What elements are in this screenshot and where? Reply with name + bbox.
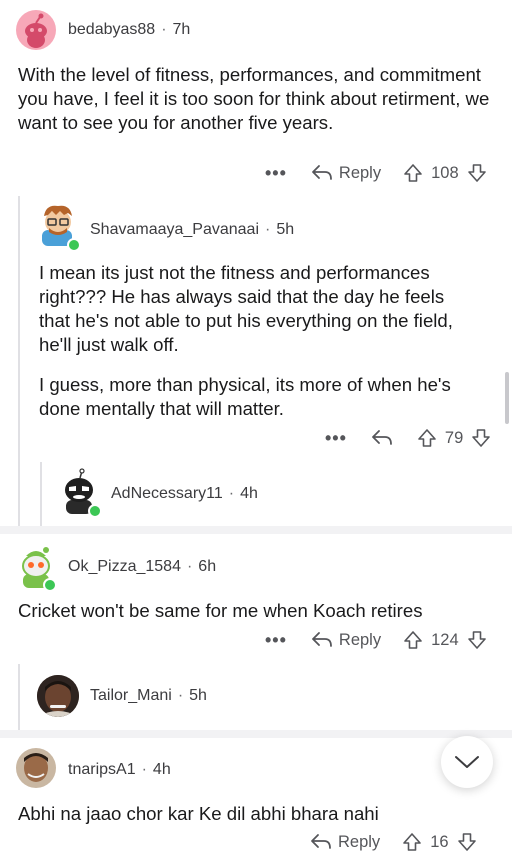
online-status-dot	[43, 578, 57, 592]
more-options-icon[interactable]: •••	[265, 164, 287, 182]
upvote-icon[interactable]	[403, 163, 423, 183]
comment-author[interactable]: tnaripsA1 · 4h	[68, 761, 171, 779]
comment-author[interactable]: bedabyas88 · 7h	[68, 21, 190, 39]
downvote-icon[interactable]	[467, 163, 487, 183]
reply-arrow-icon	[312, 165, 332, 180]
reply-label: Reply	[338, 832, 381, 851]
thread-line[interactable]	[18, 196, 20, 526]
username[interactable]: Tailor_Mani	[90, 687, 172, 704]
downvote-icon[interactable]	[467, 630, 487, 650]
reply-arrow-icon	[312, 632, 332, 647]
reply-button[interactable]: Reply	[311, 164, 381, 183]
comment-separator	[0, 526, 512, 534]
vote-count: 108	[431, 163, 459, 182]
vote-control: 124	[403, 630, 487, 650]
scrollbar[interactable]	[505, 372, 509, 424]
comment-body: Abhi na jaao chor kar Ke dil abhi bhara …	[18, 803, 379, 824]
avatar[interactable]	[16, 10, 56, 50]
timestamp: 4h	[152, 761, 171, 778]
reply-button[interactable]	[371, 429, 399, 447]
username[interactable]: bedabyas88	[68, 21, 155, 38]
comment-actions: ••• Reply 124	[265, 630, 487, 650]
thread-line[interactable]	[40, 462, 42, 526]
upvote-icon[interactable]	[403, 630, 423, 650]
vote-control: 79	[417, 428, 491, 448]
avatar[interactable]	[16, 748, 56, 788]
comment-author[interactable]: Tailor_Mani · 5h	[90, 687, 207, 705]
vote-control: 108	[403, 163, 487, 183]
upvote-icon[interactable]	[417, 428, 437, 448]
username[interactable]: tnaripsA1	[68, 761, 136, 778]
comment-body: I guess, more than physical, its more of…	[39, 374, 451, 419]
comment-author[interactable]: AdNecessary11 · 4h	[111, 485, 258, 503]
avatar[interactable]	[37, 675, 79, 717]
vote-count: 124	[431, 630, 459, 649]
comment-body: With the level of fitness, performances,…	[18, 64, 490, 133]
comment-body: I mean its just not the fitness and perf…	[39, 262, 453, 355]
chevron-down-icon	[455, 756, 479, 768]
separator-dot: ·	[177, 687, 184, 704]
timestamp: 5h	[276, 221, 295, 238]
separator-dot: ·	[228, 485, 235, 502]
user-photo-icon	[37, 675, 79, 717]
timestamp: 4h	[240, 485, 258, 502]
more-options-icon[interactable]: •••	[325, 429, 347, 447]
reply-button[interactable]: Reply	[311, 631, 381, 650]
thread-line[interactable]	[18, 664, 20, 730]
user-photo-icon	[16, 748, 56, 788]
comment-author[interactable]: Shavamaaya_Pavanaai · 5h	[90, 221, 294, 239]
vote-count: 79	[444, 428, 464, 447]
comment-actions: Reply 16	[310, 832, 477, 852]
downvote-icon[interactable]	[457, 832, 477, 852]
username[interactable]: AdNecessary11	[111, 485, 223, 502]
reply-button[interactable]: Reply	[310, 833, 380, 852]
upvote-icon[interactable]	[402, 832, 422, 852]
timestamp: 5h	[189, 687, 207, 704]
comment-body: Cricket won't be same for me when Koach …	[18, 600, 423, 621]
username[interactable]: Ok_Pizza_1584	[68, 558, 181, 575]
reply-arrow-icon	[311, 834, 331, 849]
snoo-avatar-icon	[25, 13, 47, 48]
reply-label: Reply	[338, 163, 382, 182]
comment-actions: ••• Reply 108	[265, 163, 487, 183]
comment-actions: ••• 79	[325, 428, 491, 448]
username[interactable]: Shavamaaya_Pavanaai	[90, 221, 259, 238]
comment-author[interactable]: Ok_Pizza_1584 · 6h	[68, 558, 216, 576]
online-status-dot	[88, 504, 102, 518]
separator-dot: ·	[161, 21, 167, 38]
reply-arrow-icon	[372, 430, 392, 445]
vote-control: 16	[402, 832, 476, 852]
online-status-dot	[67, 238, 81, 252]
timestamp: 6h	[198, 558, 217, 575]
comment-separator	[0, 730, 512, 738]
separator-dot: ·	[265, 221, 271, 238]
reply-label: Reply	[338, 630, 382, 649]
vote-count: 16	[430, 832, 449, 851]
downvote-icon[interactable]	[471, 428, 491, 448]
more-options-icon[interactable]: •••	[265, 631, 287, 649]
separator-dot: ·	[141, 761, 147, 778]
timestamp: 7h	[172, 21, 191, 38]
separator-dot: ·	[186, 558, 193, 575]
next-comment-button[interactable]	[441, 736, 493, 788]
